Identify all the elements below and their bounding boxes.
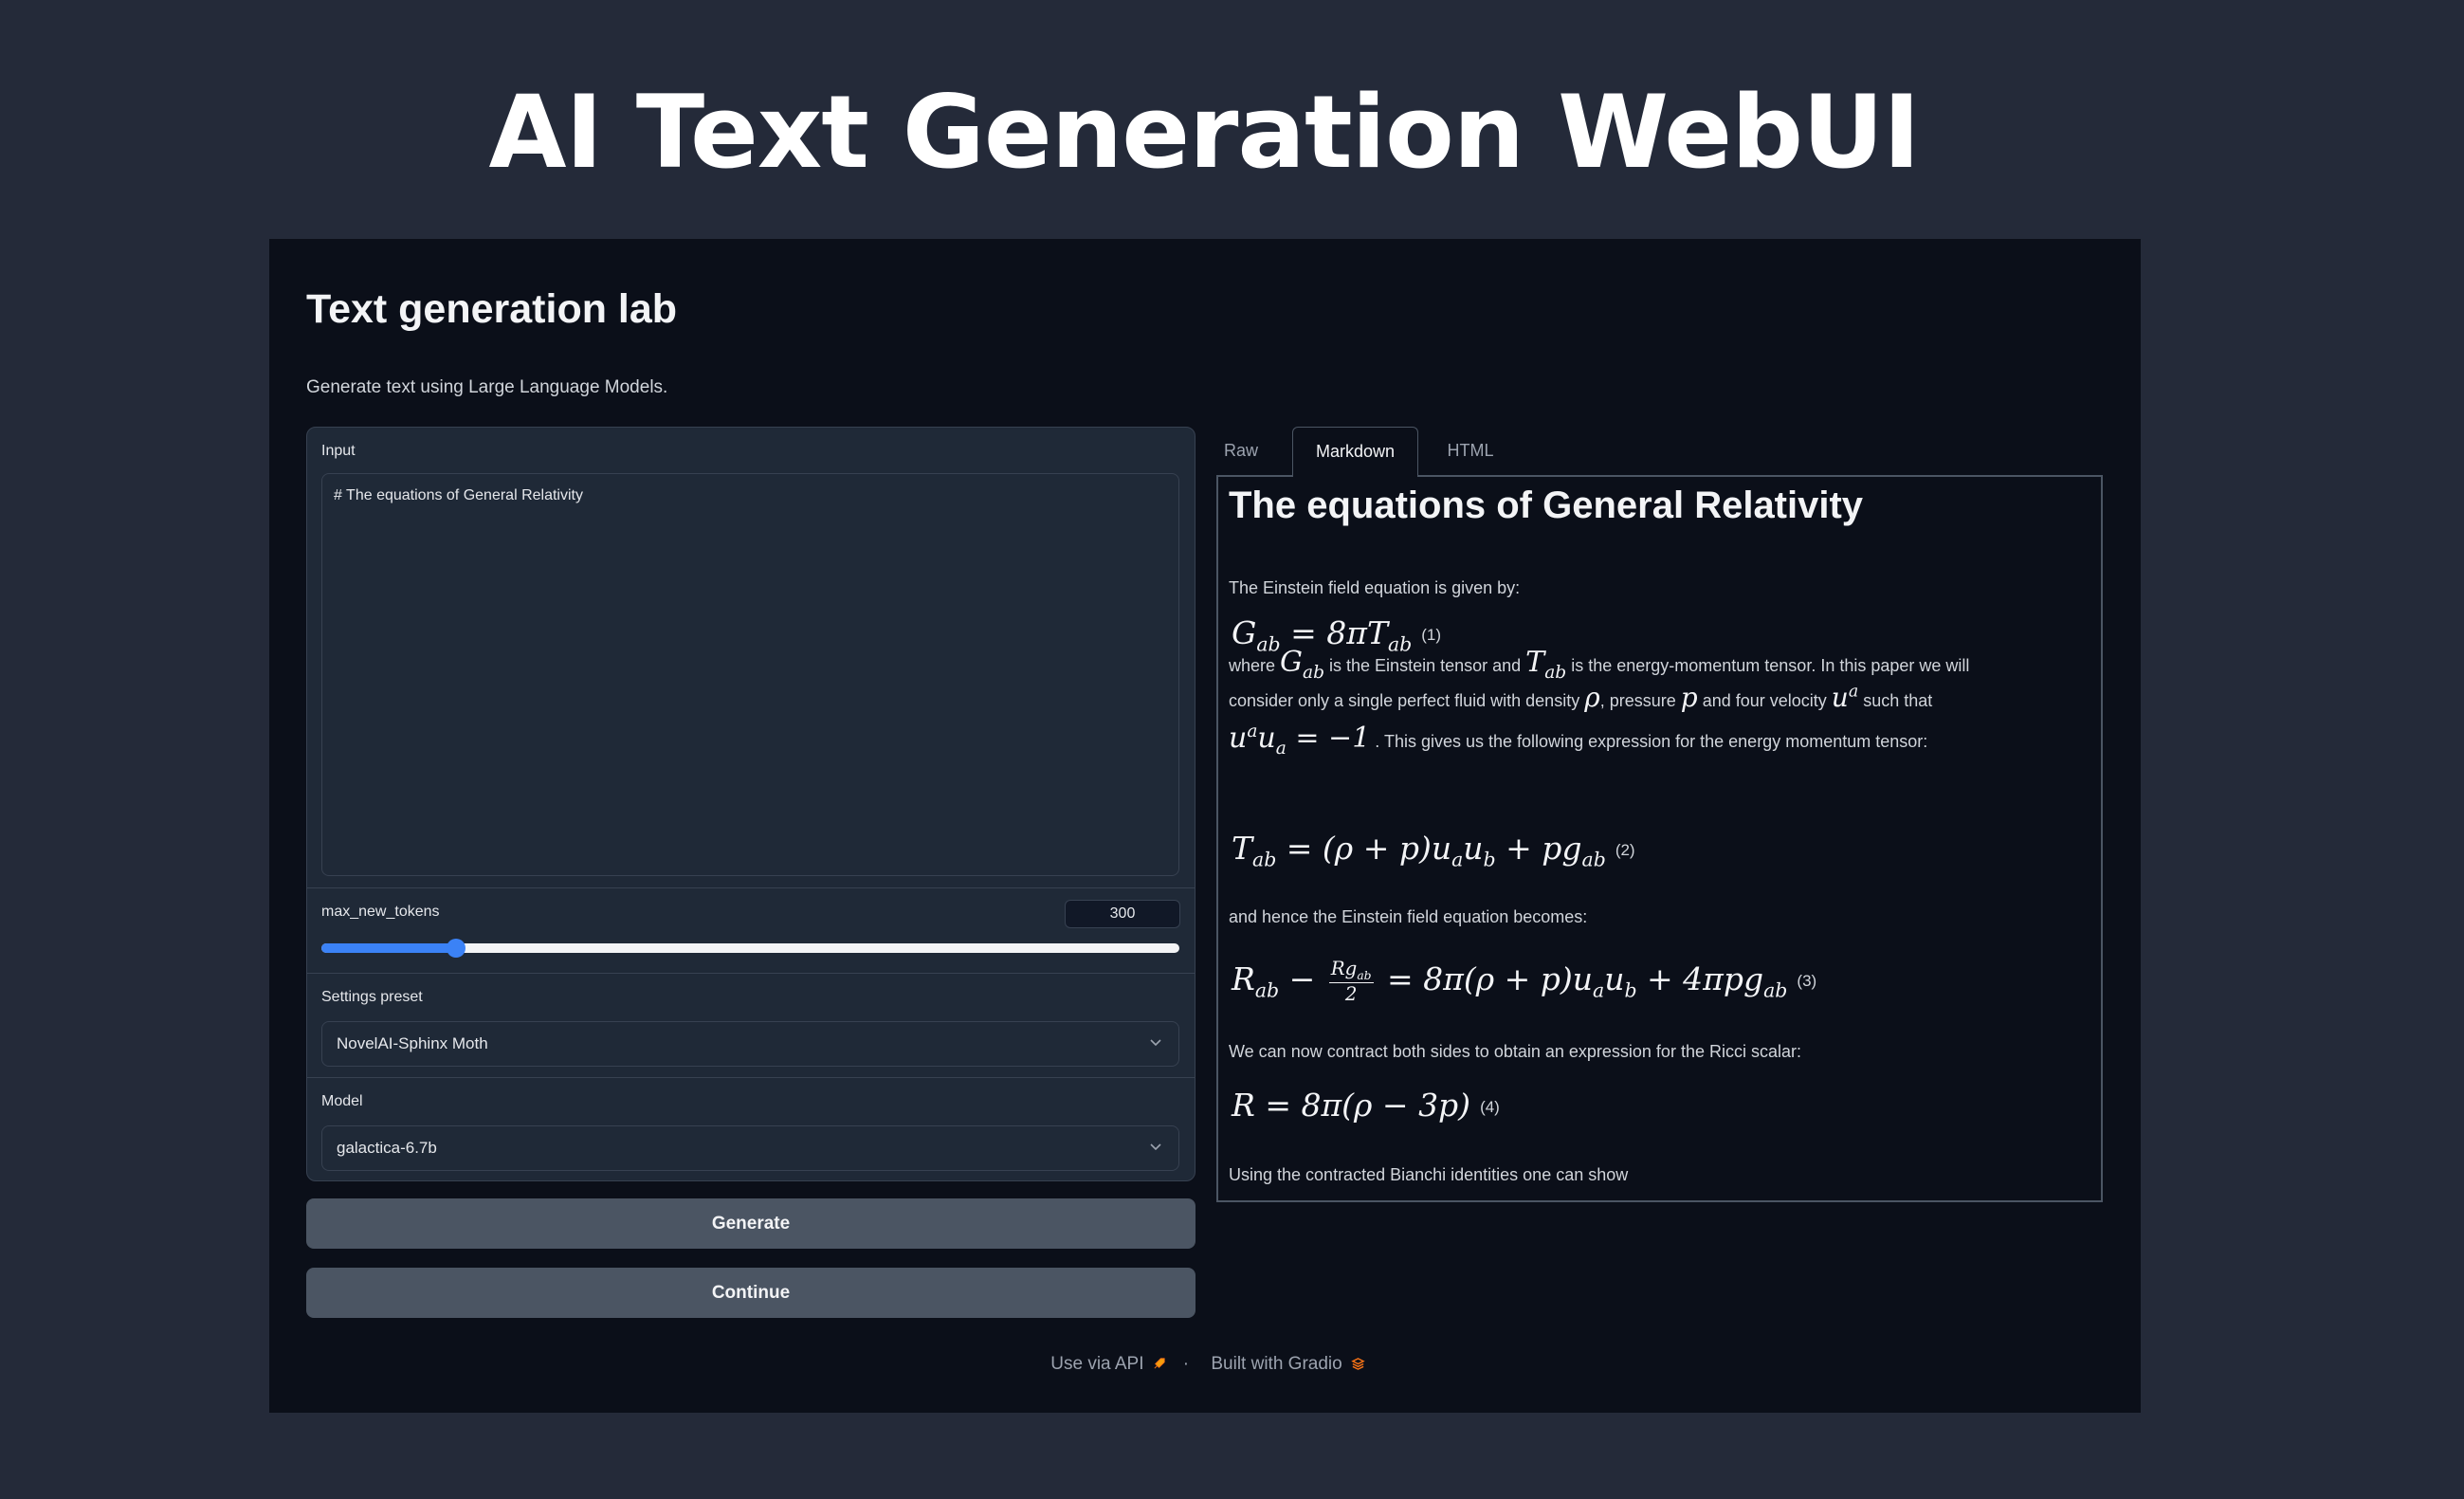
max-new-tokens-number-input[interactable]: 300 — [1065, 900, 1180, 928]
slider-fill — [321, 943, 457, 953]
chevron-down-icon — [1150, 1143, 1161, 1151]
equation-number: (1) — [1421, 626, 1442, 644]
equation-number: (3) — [1797, 971, 1817, 990]
input-textarea[interactable]: # The equations of General Relativity — [321, 473, 1179, 876]
text-span: . This gives us the following expression… — [1375, 732, 1928, 751]
output-heading: The equations of General Relativity — [1229, 484, 1864, 526]
footer-separator: · — [1182, 1354, 1190, 1374]
input-label: Input — [321, 443, 356, 459]
rocket-icon — [1154, 1358, 1166, 1370]
generate-button[interactable]: Generate — [306, 1198, 1195, 1249]
footer: Use via API · Built with Gradio — [269, 1354, 2141, 1375]
markdown-output: The equations of General Relativity The … — [1216, 475, 2103, 1202]
tab-raw[interactable]: Raw — [1216, 427, 1266, 476]
gradio-app: Text generation lab Generate text using … — [269, 239, 2141, 1413]
math-inline: uaua = −1 — [1229, 722, 1371, 759]
gradio-logo-icon — [1351, 1358, 1365, 1371]
gradio-link-label: Built with Gradio — [1211, 1354, 1342, 1374]
output-paragraph: and hence the Einstein field equation be… — [1229, 907, 1588, 926]
tab-html[interactable]: HTML — [1437, 427, 1504, 476]
page-title: Text generation lab — [306, 286, 678, 332]
output-paragraph: uaua = −1 . This gives us the following … — [1229, 722, 1927, 759]
math-inline: ρ — [1584, 682, 1600, 713]
text-span: where — [1229, 656, 1276, 675]
banner-title: AI Text Generation WebUI — [488, 74, 1920, 191]
model-label: Model — [321, 1093, 363, 1109]
settings-preset-value: NovelAI-Sphinx Moth — [337, 1034, 488, 1052]
math-inline: Gab — [1280, 646, 1325, 683]
use-via-api-link[interactable]: Use via API — [1045, 1354, 1166, 1374]
equation-3: Rab − Rgab 2 = 8π(ρ + p)uaub + 4πpgab (3) — [1232, 958, 1817, 1005]
model-dropdown[interactable]: galactica-6.7b — [321, 1125, 1179, 1171]
equation-number: (2) — [1615, 841, 1635, 859]
chevron-down-icon — [1150, 1039, 1161, 1047]
text-span: consider only a single perfect fluid wit… — [1229, 691, 1580, 710]
math-inline: p — [1680, 682, 1698, 713]
equation-number: (4) — [1480, 1098, 1500, 1116]
text-span: and four velocity — [1702, 691, 1827, 710]
text-span: such that — [1863, 691, 1933, 710]
equation-2: Tab = (ρ + p)uaub + pgab (2) — [1232, 830, 1635, 871]
max-new-tokens-label: max_new_tokens — [321, 904, 440, 920]
math-inline: ua — [1831, 682, 1859, 713]
settings-preset-block: Settings preset NovelAI-Sphinx Moth — [307, 974, 1195, 1078]
tab-markdown[interactable]: Markdown — [1292, 427, 1418, 477]
model-block: Model galactica-6.7b — [307, 1078, 1195, 1180]
output-paragraph: Using the contracted Bianchi identities … — [1229, 1165, 1629, 1184]
max-new-tokens-slider[interactable] — [321, 939, 1179, 958]
output-paragraph: where Gab is the Einstein tensor and Tab… — [1229, 646, 1969, 683]
text-span: is the Einstein tensor and — [1329, 656, 1522, 675]
math-inline: Tab — [1525, 646, 1567, 683]
equation-4: R = 8π(ρ − 3p) (4) — [1232, 1087, 1500, 1124]
input-block: Input # The equations of General Relativ… — [307, 428, 1195, 888]
page-description: Generate text using Large Language Model… — [306, 377, 668, 397]
text-span: , pressure — [1599, 691, 1676, 710]
settings-preset-label: Settings preset — [321, 989, 423, 1005]
settings-panel: Input # The equations of General Relativ… — [306, 427, 1195, 1181]
continue-button[interactable]: Continue — [306, 1268, 1195, 1318]
built-with-gradio-link[interactable]: Built with Gradio — [1205, 1354, 1365, 1374]
model-value: galactica-6.7b — [337, 1139, 437, 1157]
slider-thumb[interactable] — [447, 939, 466, 958]
api-link-label: Use via API — [1050, 1354, 1144, 1374]
output-paragraph: We can now contract both sides to obtain… — [1229, 1042, 1801, 1061]
settings-preset-dropdown[interactable]: NovelAI-Sphinx Moth — [321, 1021, 1179, 1067]
text-span: is the energy-momentum tensor. In this p… — [1571, 656, 1970, 675]
max-new-tokens-block: max_new_tokens 300 — [307, 888, 1195, 974]
output-paragraph: consider only a single perfect fluid wit… — [1229, 682, 1932, 713]
output-paragraph: The Einstein field equation is given by: — [1229, 578, 1521, 597]
